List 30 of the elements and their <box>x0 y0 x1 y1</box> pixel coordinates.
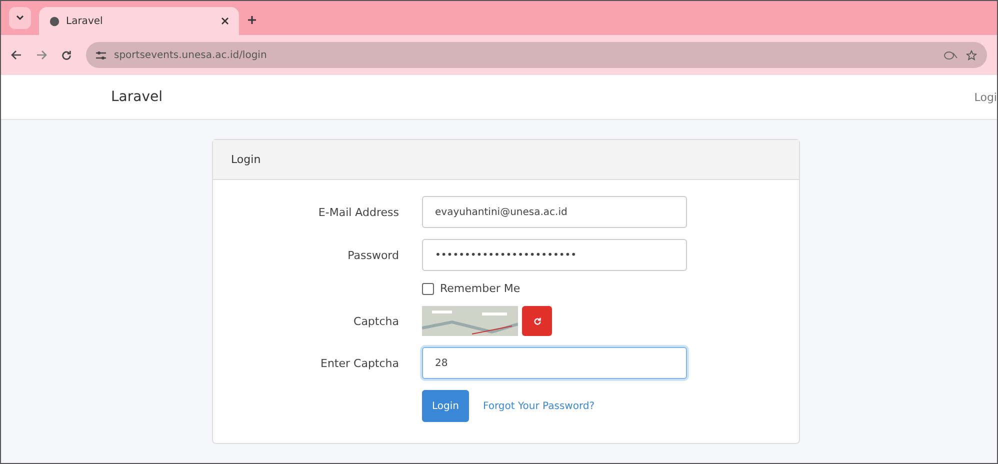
star-icon[interactable] <box>966 50 977 60</box>
reload-icon[interactable] <box>61 50 72 60</box>
plus-icon[interactable] <box>247 15 257 25</box>
url-text: sportsevents.unesa.ac.id/login <box>114 50 268 60</box>
nav-link[interactable]: Logi <box>974 90 997 104</box>
forgot-password-link[interactable]: Forgot Your Password? <box>482 400 595 412</box>
browser-tab[interactable]: Laravel <box>39 7 239 35</box>
remember-checkbox[interactable]: Remember Me <box>422 282 687 295</box>
login-button[interactable]: Login <box>422 390 469 422</box>
sliders-icon <box>96 50 106 60</box>
back-arrow-icon[interactable] <box>11 50 22 60</box>
brand-name[interactable]: Laravel <box>111 89 163 105</box>
refresh-icon <box>532 316 542 326</box>
tab-list-button[interactable] <box>9 7 31 29</box>
field-label: Captcha <box>354 314 399 328</box>
input-field[interactable]: 28 <box>422 347 687 379</box>
field-label: Password <box>348 248 399 262</box>
tab-title: Laravel <box>66 16 104 26</box>
refresh-captcha-button[interactable] <box>522 306 552 336</box>
chevron-down-icon <box>16 15 24 21</box>
address-bar[interactable]: sportsevents.unesa.ac.id/login <box>86 42 987 68</box>
input-field[interactable]: •••••••••••••••••••••••• <box>422 239 687 271</box>
field-label: E-Mail Address <box>318 206 399 218</box>
close-icon[interactable] <box>221 17 229 25</box>
input-field[interactable]: evayuhantini@unesa.ac.id <box>422 196 687 228</box>
forward-arrow-icon[interactable] <box>36 50 47 60</box>
checkbox[interactable] <box>422 282 434 294</box>
field-label: Enter Captcha <box>320 356 399 370</box>
checkbox-label: Remember Me <box>440 282 520 295</box>
card-title: Login <box>213 140 799 180</box>
